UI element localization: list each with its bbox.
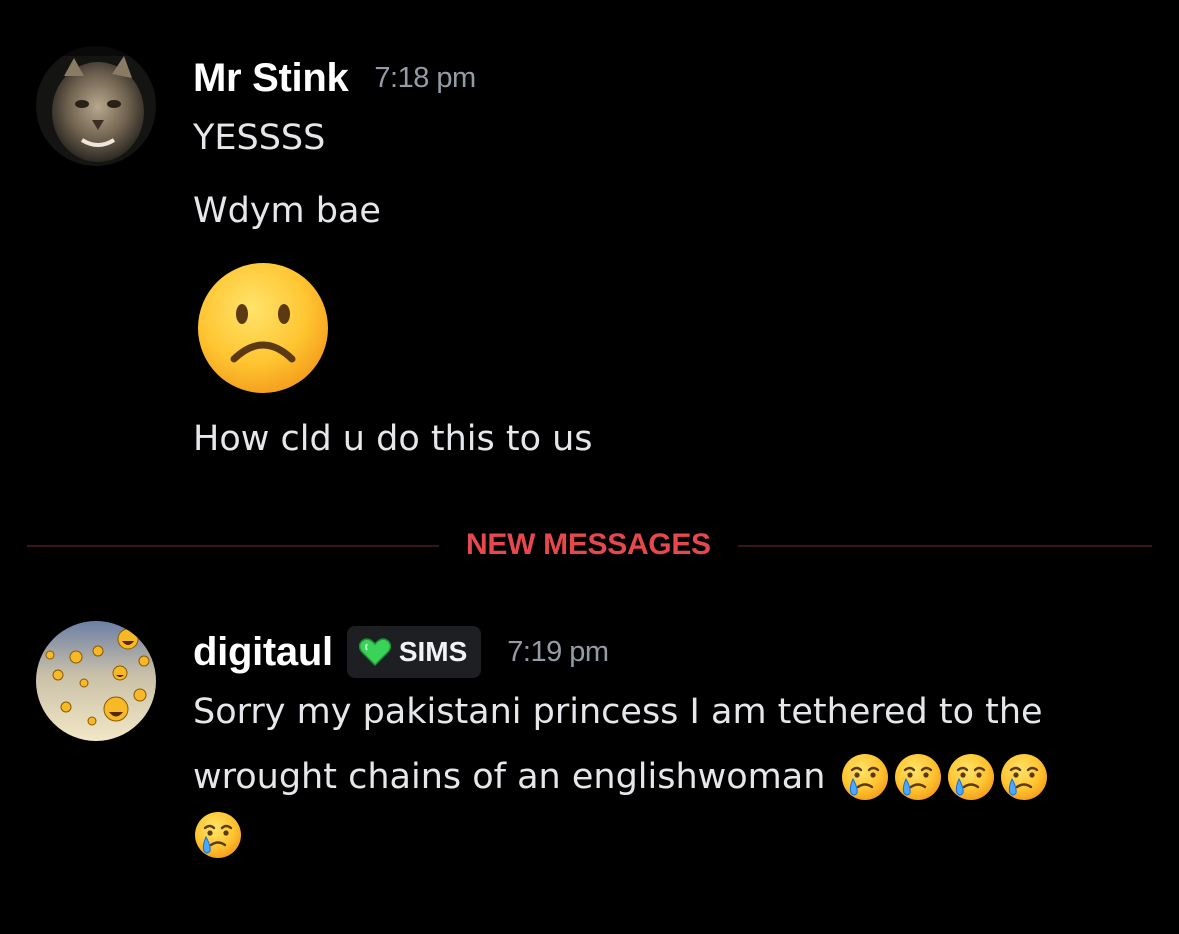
face-holding-back-tears-icon[interactable] — [999, 752, 1049, 802]
message-text-line2: wrought chains of an englishwoman — [193, 752, 1049, 802]
cougar-avatar-icon — [36, 46, 156, 166]
timestamp: 7:18 pm — [374, 62, 476, 94]
message-text: wrought chains of an englishwoman — [193, 757, 826, 797]
new-messages-label: NEW MESSAGES — [466, 528, 711, 561]
smiley-sky-avatar-icon — [36, 621, 156, 741]
green-heart-icon — [358, 638, 391, 666]
timestamp: 7:19 pm — [507, 635, 609, 668]
face-holding-back-tears-icon[interactable] — [893, 752, 943, 802]
username[interactable]: digitaul — [193, 630, 333, 675]
username[interactable]: Mr Stink — [193, 56, 349, 101]
avatar[interactable] — [36, 46, 156, 166]
clan-tag[interactable]: SIMS — [346, 626, 482, 678]
face-holding-back-tears-icon[interactable] — [946, 752, 996, 802]
divider-line-right — [738, 545, 1152, 547]
avatar[interactable] — [36, 621, 156, 741]
slightly-frowning-face-icon[interactable] — [196, 261, 330, 395]
message-header: Mr Stink 7:18 pm — [193, 56, 476, 101]
message-text: Sorry my pakistani princess I am tethere… — [193, 692, 1043, 732]
clan-tag-label: SIMS — [398, 636, 468, 667]
message-text: Wdym bae — [193, 191, 381, 231]
face-holding-back-tears-icon[interactable] — [840, 752, 890, 802]
message-text: How cld u do this to us — [193, 419, 593, 459]
face-holding-back-tears-icon[interactable] — [193, 810, 243, 860]
message-header: digitaul SIMS 7:19 pm — [193, 626, 609, 678]
divider-line-left — [27, 545, 439, 547]
message-text-line3 — [193, 810, 243, 860]
message-text: YESSSS — [193, 118, 326, 158]
